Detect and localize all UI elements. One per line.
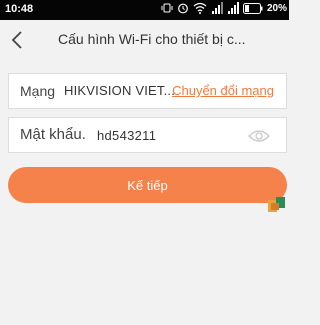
alarm-icon [178, 3, 188, 14]
next-button-label: Kế tiếp [127, 177, 168, 193]
header: Cấu hình Wi-Fi cho thiết bị c... [0, 20, 289, 62]
next-button[interactable]: Kế tiếp [8, 167, 287, 203]
vibrate-icon [161, 3, 173, 13]
signal-icon [227, 2, 239, 14]
network-label: Mạng [20, 83, 56, 99]
network-row: Mạng HIKVISION VIET... Chuyển đổi mạng [8, 73, 287, 109]
battery-icon [242, 2, 263, 14]
password-label: Mật khẩu. [20, 126, 86, 143]
page-title: Cấu hình Wi-Fi cho thiết bị c... [58, 31, 246, 47]
status-icons: 20% [161, 2, 287, 14]
back-button[interactable] [6, 28, 28, 52]
status-time: 10:48 [5, 3, 34, 15]
wifi-icon [193, 2, 207, 14]
chevron-left-icon [11, 31, 22, 49]
change-network-link[interactable]: Chuyển đổi mạng [172, 83, 274, 98]
network-name: HIKVISION VIET... [64, 83, 176, 98]
password-row: Mật khẩu. hd543211 [8, 117, 287, 153]
battery-percent: 20% [266, 2, 287, 14]
eye-icon[interactable] [248, 128, 270, 144]
password-input[interactable]: hd543211 [97, 128, 156, 143]
signal-icon [211, 2, 223, 14]
status-bar: 10:48 20% [0, 0, 289, 20]
floating-shortcut-icon[interactable] [268, 197, 285, 212]
